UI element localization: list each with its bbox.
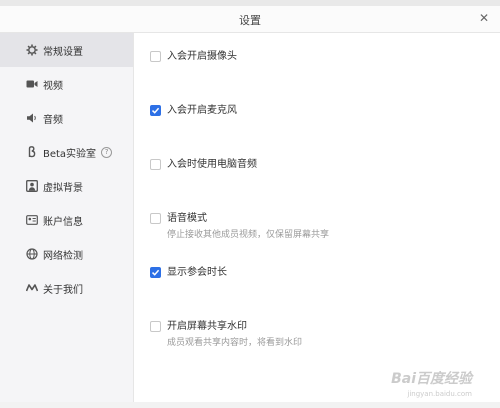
check-icon [151,269,160,276]
checkbox-checked[interactable] [150,267,161,278]
sidebar-item-virtual-background[interactable]: 虚拟背景 [0,169,133,203]
sidebar-item-label: 网络检测 [43,250,83,262]
option-label: 语音模式 [167,213,207,224]
help-icon[interactable]: ? [101,146,113,158]
checkbox-checked[interactable] [150,105,161,116]
option-mic-on-join[interactable]: 入会开启麦克风 [150,104,237,117]
settings-window: 设置 ✕ 常规设置 视频 音频 Beta实验室 ? 虚拟背景 账户信息 网络检测… [0,6,500,402]
beta-lab-icon [25,145,39,159]
sidebar-item-label: Beta实验室 [43,148,97,160]
baidu-watermark: Bai百度经验 [391,371,472,387]
close-icon[interactable]: ✕ [476,10,492,26]
sidebar-item-about[interactable]: 关于我们 [0,271,133,305]
checkbox[interactable] [150,51,161,62]
option-show-duration[interactable]: 显示参会时长 [150,266,227,279]
option-computer-audio[interactable]: 入会时使用电脑音频 [150,158,257,171]
gear-icon [25,43,39,57]
sidebar-item-label: 常规设置 [43,46,83,58]
option-label: 入会开启麦克风 [167,105,237,116]
option-voice-mode[interactable]: 语音模式 停止接收其他成员视频，仅保留屏幕共享 [150,212,329,241]
option-camera-on-join[interactable]: 入会开启摄像头 [150,50,237,63]
bottom-strip [0,402,500,408]
option-description: 停止接收其他成员视频，仅保留屏幕共享 [167,230,330,240]
sidebar-item-account[interactable]: 账户信息 [0,203,133,237]
settings-content: 入会开启摄像头 入会开启麦克风 入会时使用电脑音频 语音模式 停止接收其他成员视… [134,33,500,402]
sidebar-item-label: 视频 [43,80,63,92]
sidebar-item-beta-lab[interactable]: Beta实验室 ? [0,135,133,169]
option-share-watermark[interactable]: 开启屏幕共享水印 成员观看共享内容时，将看到水印 [150,320,302,349]
option-label: 入会开启摄像头 [167,51,237,62]
window-title: 设置 [239,14,261,27]
sidebar-item-video[interactable]: 视频 [0,67,133,101]
logo-mark-icon [25,281,39,295]
check-icon [151,107,160,114]
baidu-watermark-url: jingyan.baidu.com [407,390,472,398]
sidebar-item-network-check[interactable]: 网络检测 [0,237,133,271]
sidebar-item-general[interactable]: 常规设置 [0,33,133,67]
option-description: 成员观看共享内容时，将看到水印 [167,338,303,348]
sidebar-item-label: 音频 [43,114,63,126]
sidebar-item-label: 虚拟背景 [43,182,83,194]
video-camera-icon [25,77,39,91]
globe-icon [25,247,39,261]
speaker-icon [25,111,39,125]
checkbox[interactable] [150,321,161,332]
person-frame-icon [25,179,39,193]
sidebar-item-label: 关于我们 [43,284,83,296]
sidebar: 常规设置 视频 音频 Beta实验室 ? 虚拟背景 账户信息 网络检测 关于我们 [0,33,134,402]
option-label: 入会时使用电脑音频 [167,159,257,170]
checkbox[interactable] [150,159,161,170]
option-label: 开启屏幕共享水印 [167,321,247,332]
sidebar-item-label: 账户信息 [43,216,83,228]
sidebar-item-audio[interactable]: 音频 [0,101,133,135]
option-label: 显示参会时长 [167,267,227,278]
checkbox[interactable] [150,213,161,224]
title-bar: 设置 ✕ [0,6,500,33]
id-card-icon [25,213,39,227]
